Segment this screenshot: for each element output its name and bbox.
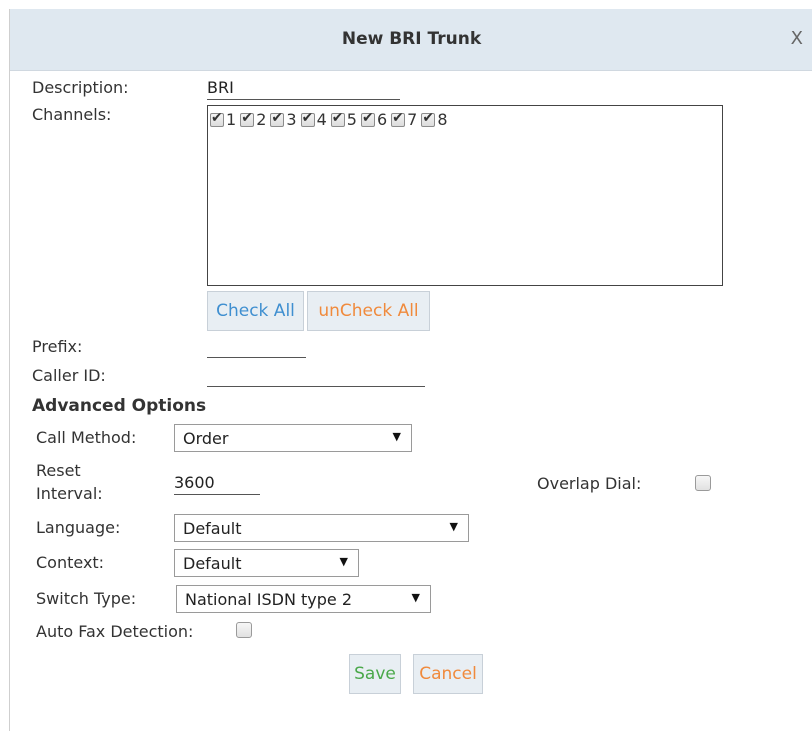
context-select[interactable]: Default ▼ (174, 549, 359, 577)
auto-fax-detection-label: Auto Fax Detection: (36, 622, 194, 641)
channel-8-option[interactable]: 8 (421, 110, 448, 129)
call-method-select[interactable]: Order ▼ (174, 424, 412, 452)
caller-id-input[interactable] (207, 363, 425, 387)
channel-2-label: 2 (256, 110, 267, 129)
channels-label: Channels: (32, 105, 112, 124)
channel-7-option[interactable]: 7 (391, 110, 417, 129)
description-input[interactable] (207, 76, 400, 100)
chevron-down-icon: ▼ (339, 555, 348, 568)
channel-5-option[interactable]: 5 (330, 110, 357, 129)
check-all-button[interactable]: Check All (207, 291, 304, 331)
channel-7-checkbox[interactable] (391, 110, 406, 127)
channel-8-label: 8 (437, 110, 448, 129)
language-select[interactable]: Default ▼ (174, 514, 469, 542)
new-bri-trunk-dialog: New BRI Trunk X Description: Channels: 1… (9, 9, 812, 731)
close-icon[interactable]: X (791, 28, 803, 49)
channel-3-checkbox[interactable] (270, 110, 285, 127)
channel-6-checkbox[interactable] (360, 110, 375, 127)
chevron-down-icon: ▼ (449, 520, 458, 533)
call-method-label: Call Method: (36, 428, 137, 447)
overlap-dial-label: Overlap Dial: (537, 474, 642, 493)
save-button[interactable]: Save (349, 654, 401, 694)
prefix-input[interactable] (207, 334, 306, 358)
switch-type-label: Switch Type: (36, 589, 137, 608)
language-label: Language: (36, 518, 121, 537)
caller-id-label: Caller ID: (32, 366, 106, 385)
switch-type-select[interactable]: National ISDN type 2 ▼ (176, 585, 431, 613)
auto-fax-detection-checkbox[interactable] (236, 622, 252, 638)
prefix-label: Prefix: (32, 337, 83, 356)
channel-6-option[interactable]: 6 (360, 110, 388, 129)
channel-row: 12345678 (210, 110, 452, 129)
dialog-title: New BRI Trunk (341, 29, 482, 49)
channels-list: 12345678 (207, 105, 723, 286)
channel-4-checkbox[interactable] (300, 110, 315, 127)
reset-interval-label-line1: Reset (36, 461, 81, 480)
channel-7-label: 7 (407, 110, 418, 129)
channel-2-option[interactable]: 2 (240, 110, 266, 129)
advanced-options-heading: Advanced Options (32, 396, 207, 416)
reset-interval-input[interactable] (174, 471, 260, 495)
language-value: Default (183, 518, 242, 538)
channel-1-option[interactable]: 1 (210, 110, 236, 129)
switch-type-value: National ISDN type 2 (185, 589, 353, 609)
overlap-dial-checkbox[interactable] (695, 475, 711, 491)
context-value: Default (183, 553, 242, 573)
channel-5-label: 5 (346, 110, 357, 129)
channel-4-label: 4 (316, 110, 327, 129)
dialog-titlebar: New BRI Trunk X (10, 9, 812, 71)
chevron-down-icon: ▼ (411, 591, 420, 604)
channel-1-checkbox[interactable] (210, 110, 224, 127)
channel-1-label: 1 (226, 110, 237, 129)
description-label: Description: (32, 78, 129, 97)
channel-3-label: 3 (286, 110, 297, 129)
cancel-button[interactable]: Cancel (413, 654, 483, 694)
channel-4-option[interactable]: 4 (300, 110, 327, 129)
channel-8-checkbox[interactable] (421, 110, 436, 127)
channel-6-label: 6 (376, 110, 388, 129)
context-label: Context: (36, 553, 105, 572)
channel-3-option[interactable]: 3 (270, 110, 297, 129)
call-method-value: Order (183, 428, 229, 448)
channel-2-checkbox[interactable] (240, 110, 255, 127)
reset-interval-label-line2: Interval: (36, 484, 103, 503)
chevron-down-icon: ▼ (392, 430, 401, 443)
uncheck-all-button[interactable]: unCheck All (307, 291, 430, 331)
channel-5-checkbox[interactable] (330, 110, 345, 127)
